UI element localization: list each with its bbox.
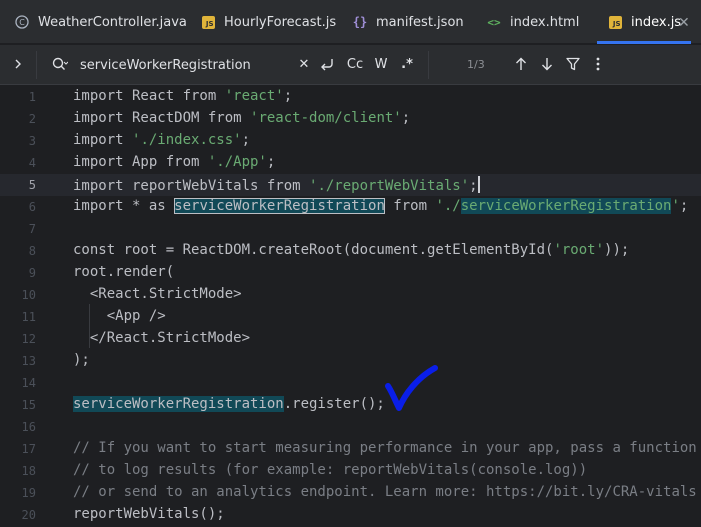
check-mark-icon [385,365,438,411]
line-number: 13 [21,354,36,368]
previous-occurrence-icon[interactable] [512,53,530,75]
tab-label: manifest.json [376,14,464,30]
code-line[interactable]: 3 import './index.css'; [0,130,701,152]
json-file-icon: {} [352,15,368,29]
tab-label: index.html [510,14,580,30]
code-line[interactable]: 4 import App from './App'; [0,152,701,174]
js-file-icon: JS [200,14,216,30]
code-line[interactable]: 13 ); [0,350,701,372]
tab-hourlyforecast-js[interactable]: JS HourlyForecast.js [200,0,336,44]
line-number: 18 [21,464,36,478]
line-number: 8 [28,244,36,258]
code-line[interactable]: 17 // If you want to start measuring per… [0,438,701,460]
search-icon[interactable] [48,53,72,75]
tab-label: WeatherController.java [38,14,187,30]
line-number: 9 [28,266,36,280]
line-number: 20 [21,508,36,522]
code-line[interactable]: 1 import React from 'react'; [0,86,701,108]
svg-text:C: C [19,18,25,27]
code-line[interactable]: 8 const root = ReactDOM.createRoot(docum… [0,240,701,262]
regex-toggle[interactable]: .* [398,53,416,75]
divider [428,51,429,79]
filter-icon[interactable] [564,53,582,75]
line-number: 1 [28,90,36,104]
line-number: 7 [28,222,36,236]
html-file-icon: <> [487,15,501,29]
close-tab-icon[interactable]: ✕ [678,15,690,31]
match-case-toggle[interactable]: Cc [344,53,366,75]
code-line[interactable]: 6 import * as serviceWorkerRegistration … [0,196,701,218]
search-input[interactable] [80,55,290,75]
current-code-line[interactable]: 5 import reportWebVitals from './reportW… [0,174,701,196]
code-line[interactable]: 2 import ReactDOM from 'react-dom/client… [0,108,701,130]
text-cursor [477,176,480,193]
line-number: 10 [21,288,36,302]
line-number: 5 [28,178,36,192]
code-line[interactable]: 10 <React.StrictMode> [0,284,701,306]
line-number: 15 [21,398,36,412]
search-match: serviceWorkerRegistration [73,396,284,412]
tab-label: index.js [631,14,682,30]
search-match-current: serviceWorkerRegistration [174,198,385,214]
tab-weathercontroller-java[interactable]: C WeatherController.java [14,0,187,44]
code-line[interactable]: 18 // to log results (for example: repor… [0,460,701,482]
line-number: 4 [28,156,36,170]
divider [36,51,37,79]
find-bar: ✕ Cc W .* 1/3 [0,45,701,85]
more-options-icon[interactable] [590,53,606,75]
code-line[interactable]: 19 // or send to an analytics endpoint. … [0,482,701,504]
whole-words-toggle[interactable]: W [372,53,390,75]
line-number: 17 [21,442,36,456]
line-number: 11 [21,310,36,324]
code-line[interactable]: 12 </React.StrictMode> [0,328,701,350]
tab-manifest-json[interactable]: {} manifest.json [352,0,464,44]
code-line[interactable]: 20 reportWebVitals(); [0,504,701,526]
chevron-right-icon[interactable] [8,53,28,75]
code-line[interactable]: 7 [0,218,701,240]
line-number: 19 [21,486,36,500]
code-line[interactable]: 11 <App /> [0,306,701,328]
tab-index-js[interactable]: JS index.js [596,0,692,44]
java-class-icon: C [14,14,30,30]
new-line-icon[interactable] [316,53,336,75]
line-number: 2 [28,112,36,126]
search-match: serviceWorkerRegistration [460,198,672,214]
line-number: 12 [21,332,36,346]
code-line[interactable]: 15 serviceWorkerRegistration.register(); [0,394,701,416]
clear-search-icon[interactable]: ✕ [296,53,312,75]
editor-tab-bar: C WeatherController.java JS HourlyForeca… [0,0,701,44]
code-line[interactable]: 14 [0,372,701,394]
tab-index-html[interactable]: <> index.html [486,0,579,44]
line-number: 3 [28,134,36,148]
line-number: 14 [21,376,36,390]
line-number: 6 [28,200,36,214]
code-editor[interactable]: 1 import React from 'react'; 2 import Re… [0,86,701,527]
next-occurrence-icon[interactable] [538,53,556,75]
code-line[interactable]: 16 [0,416,701,438]
line-number: 16 [21,420,36,434]
match-count: 1/3 [467,58,485,71]
code-line[interactable]: 9 root.render( [0,262,701,284]
js-file-icon: JS [607,14,623,30]
tab-label: HourlyForecast.js [224,14,337,30]
